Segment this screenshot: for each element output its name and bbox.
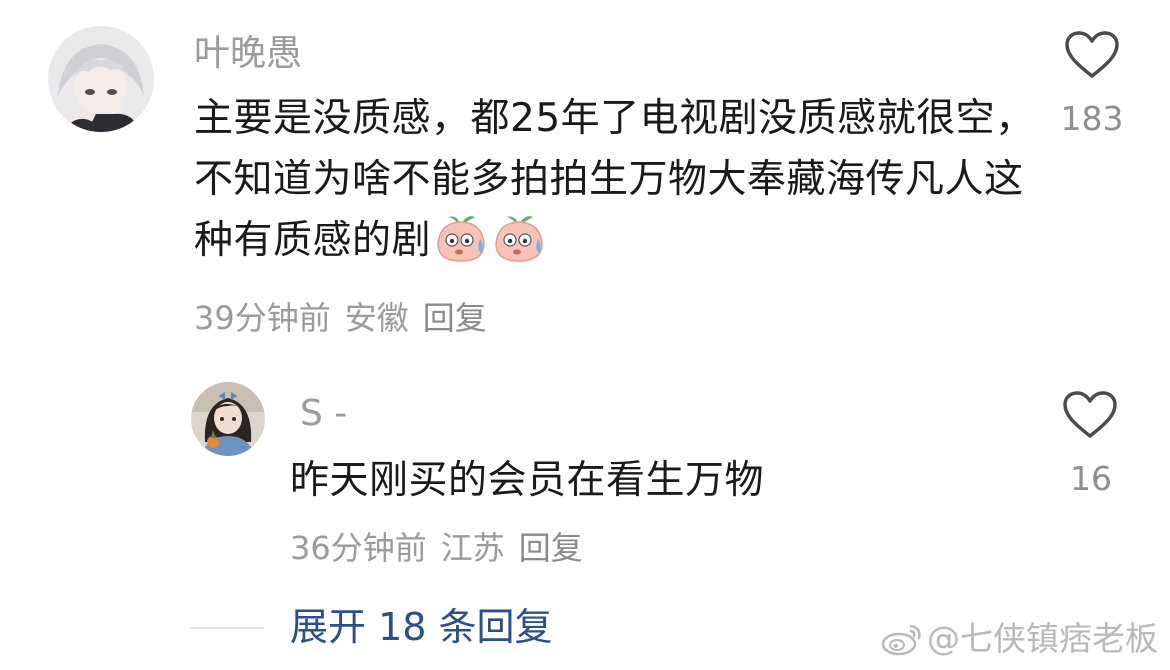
watermark: @七侠镇痞老板: [881, 622, 1158, 656]
comment-body: 主要是没质感，都25年了电视剧没质感就很空，不知道为啥不能多拍拍生万物大奉藏海传…: [194, 96, 1035, 263]
reply-button[interactable]: 回复: [519, 529, 583, 567]
comment-meta: 36分钟前 江苏 回复: [290, 532, 583, 564]
divider: [190, 627, 264, 629]
weibo-logo-icon: [881, 624, 921, 656]
comment-text: 主要是没质感，都25年了电视剧没质感就很空，不知道为啥不能多拍拍生万物大奉藏海传…: [194, 88, 1044, 271]
like-count: 16: [1070, 459, 1112, 498]
reply-button[interactable]: 回复: [423, 299, 487, 337]
comment-location: 安徽: [344, 299, 409, 337]
expand-replies-button[interactable]: 展开 18 条回复: [290, 608, 553, 646]
comment-body: 昨天刚买的会员在看生万物: [290, 458, 765, 503]
comment-location: 江苏: [440, 529, 505, 567]
sweat-peach-emoji-icon: [491, 213, 547, 265]
username[interactable]: 叶晚愚: [194, 36, 302, 72]
heart-icon: [1065, 31, 1119, 78]
heart-icon: [1063, 391, 1117, 438]
avatar[interactable]: [48, 26, 154, 132]
avatar[interactable]: [191, 382, 265, 456]
comment-time: 39分钟前: [194, 299, 331, 337]
like-count: 183: [1060, 99, 1124, 138]
watermark-text: @七侠镇痞老板: [927, 619, 1158, 658]
sweat-peach-emoji-icon: [433, 213, 489, 265]
username[interactable]: S -: [300, 396, 347, 432]
comment-text: 昨天刚买的会员在看生万物: [290, 450, 1010, 511]
like-button[interactable]: [1064, 30, 1120, 80]
avatar-girl-icon: [191, 382, 265, 456]
comment-time: 36分钟前: [290, 529, 427, 567]
avatar-anime-boy-icon: [48, 26, 154, 132]
like-button[interactable]: [1062, 390, 1118, 440]
comment-meta: 39分钟前 安徽 回复: [194, 302, 487, 334]
